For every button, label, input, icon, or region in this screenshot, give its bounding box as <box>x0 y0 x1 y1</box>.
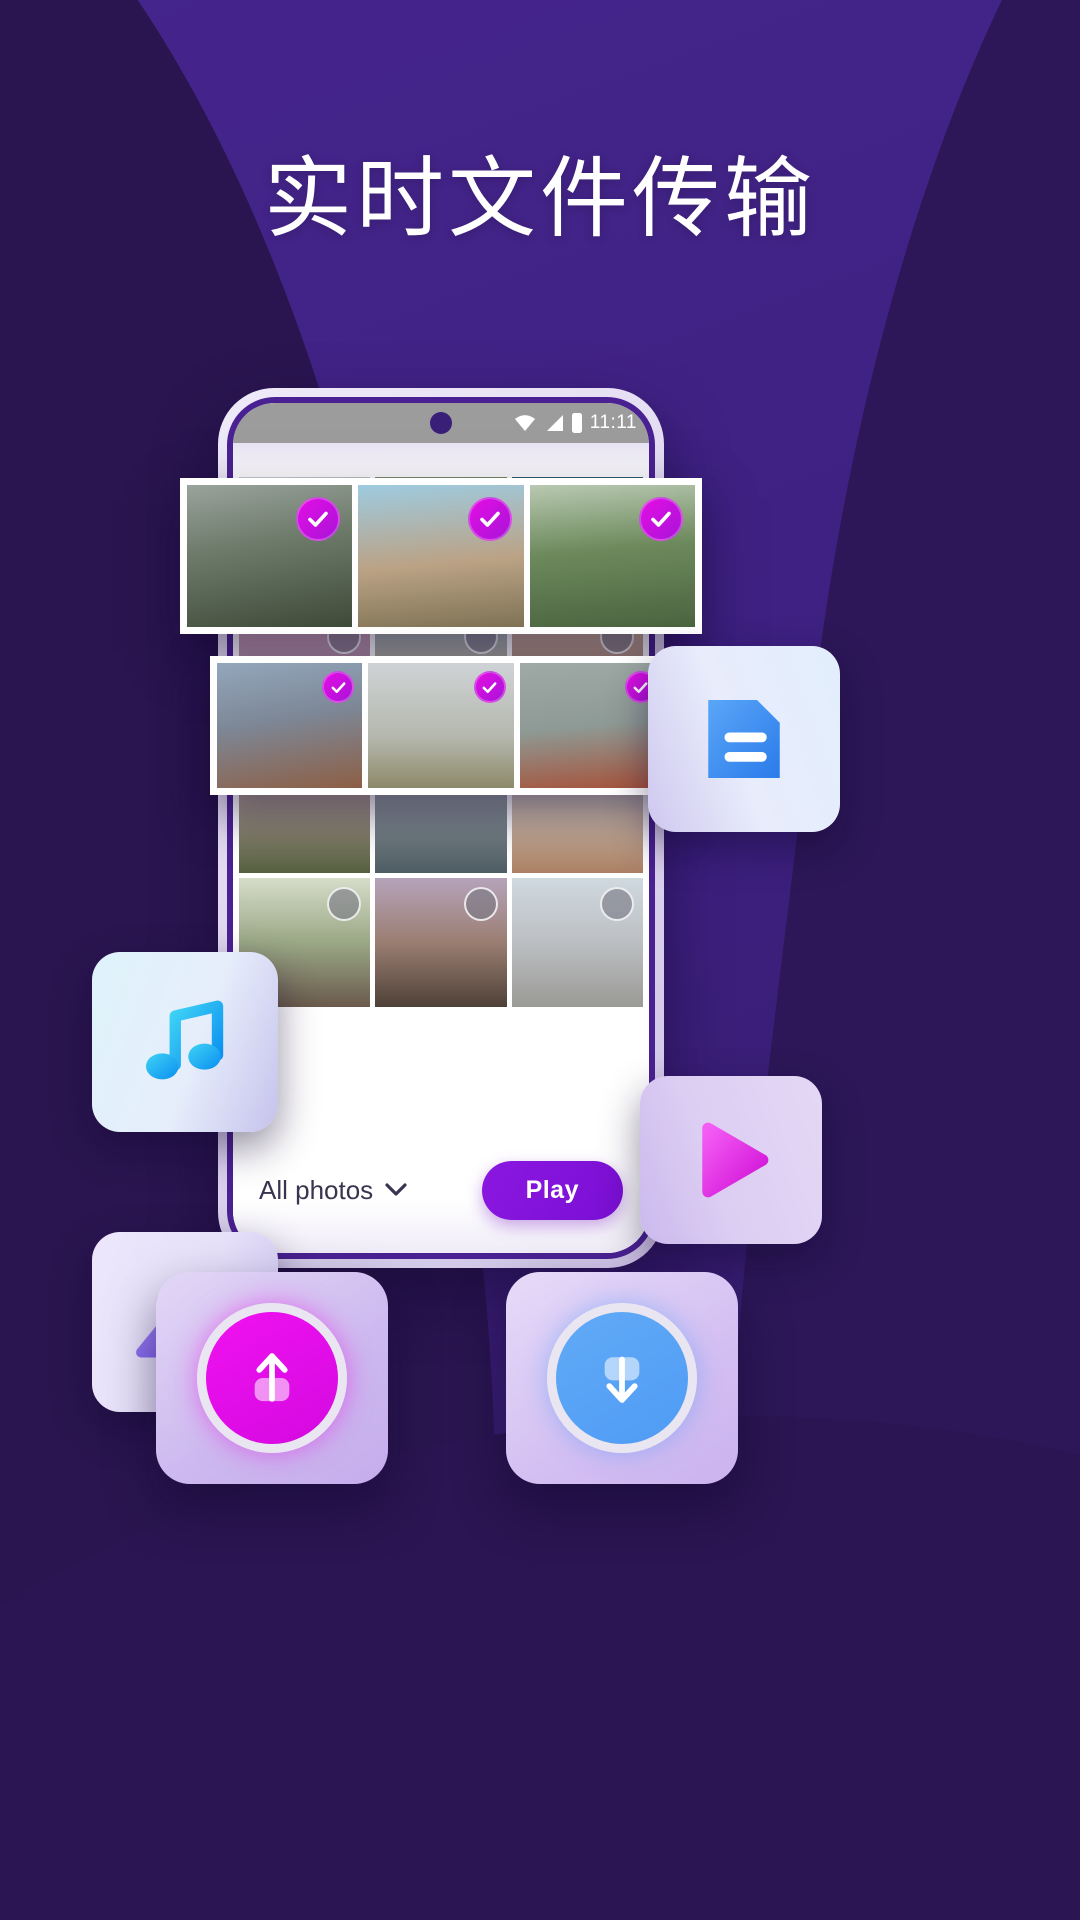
check-icon <box>331 681 346 693</box>
receive-button-ring <box>547 1303 697 1453</box>
music-chip[interactable] <box>92 952 278 1132</box>
document-chip[interactable] <box>648 646 840 832</box>
receive-button[interactable] <box>506 1272 738 1484</box>
selected-photos-sheet-middle[interactable] <box>210 656 672 795</box>
music-note-icon <box>146 1000 224 1080</box>
selection-badge-selected[interactable] <box>638 497 683 541</box>
check-icon <box>308 511 329 527</box>
selected-photos-sheet-top[interactable] <box>180 478 702 635</box>
app-header-fade <box>233 443 649 477</box>
photo-cell[interactable] <box>529 485 695 628</box>
photo-cell[interactable] <box>511 878 643 1007</box>
selection-badge-selected[interactable] <box>296 497 341 541</box>
photo-cell[interactable] <box>368 663 514 788</box>
status-bar: 11:11 <box>233 403 649 443</box>
camera-punchhole-icon <box>430 412 452 434</box>
check-icon <box>634 681 648 693</box>
all-photos-dropdown[interactable]: All photos <box>259 1175 407 1206</box>
check-icon <box>479 511 500 527</box>
play-video-icon <box>702 1122 769 1198</box>
upload-arrow-icon <box>254 1353 290 1402</box>
battery-icon <box>571 413 582 433</box>
download-arrow-icon <box>604 1356 640 1403</box>
photo-cell[interactable] <box>187 485 353 628</box>
check-icon <box>651 511 671 527</box>
wifi-icon <box>514 415 535 431</box>
selection-badge-selected[interactable] <box>473 671 506 703</box>
video-chip[interactable] <box>640 1076 822 1244</box>
selection-badge-unselected[interactable] <box>463 887 498 922</box>
app-bottom-bar: All photos Play <box>233 1141 649 1253</box>
send-button[interactable] <box>156 1272 388 1484</box>
chevron-down-icon <box>385 1183 407 1196</box>
send-button-ring <box>197 1303 347 1453</box>
check-icon <box>482 681 497 693</box>
selection-badge-selected[interactable] <box>467 497 512 541</box>
status-bar-clock: 11:11 <box>589 412 637 433</box>
photo-cell[interactable] <box>375 878 507 1007</box>
signal-icon <box>546 415 563 431</box>
photo-cell[interactable] <box>519 663 665 788</box>
play-button[interactable]: Play <box>481 1160 623 1220</box>
status-bar-indicators: 11:11 <box>513 403 637 443</box>
all-photos-label: All photos <box>259 1174 374 1205</box>
document-icon <box>708 700 780 778</box>
photo-cell[interactable] <box>358 485 524 628</box>
photo-cell[interactable] <box>217 663 363 788</box>
selection-badge-unselected[interactable] <box>599 887 634 922</box>
page-title: 实时文件传输 <box>263 147 816 250</box>
